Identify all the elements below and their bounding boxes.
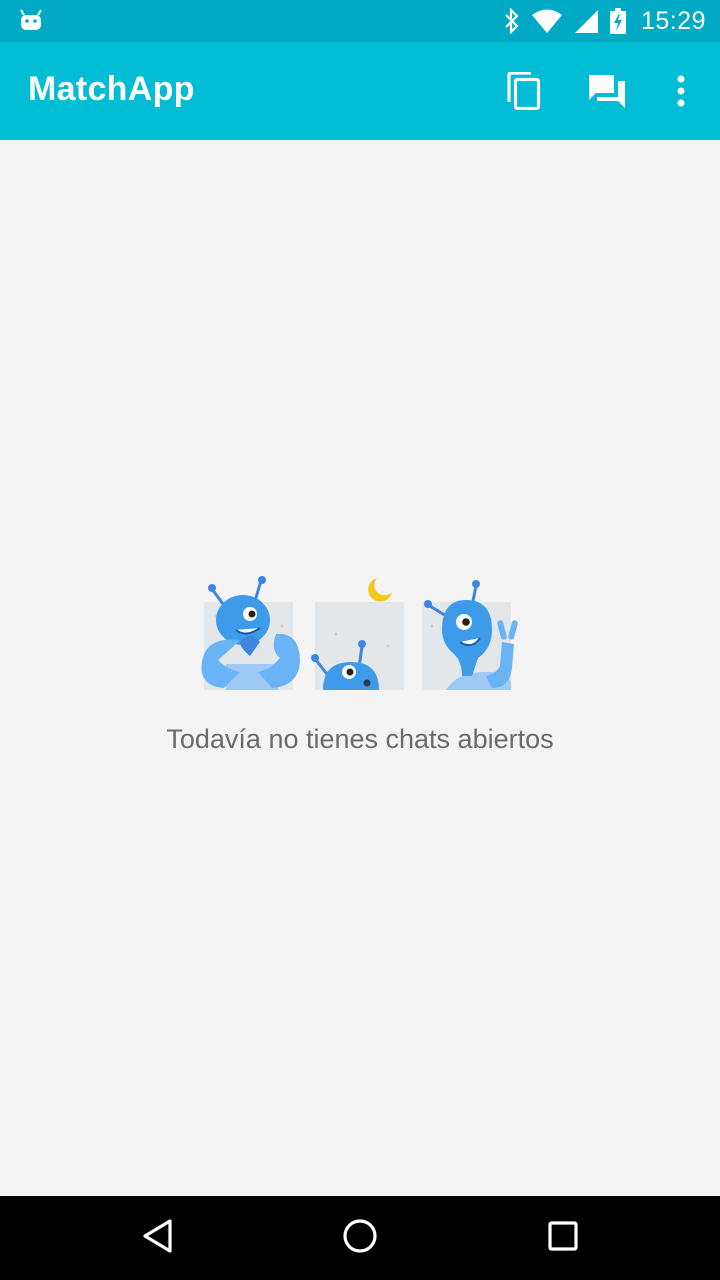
recents-icon (547, 1220, 579, 1257)
status-time: 15:29 (640, 6, 706, 35)
bluetooth-icon (503, 8, 521, 34)
more-vert-icon (676, 75, 686, 112)
app-bar: MatchApp (0, 42, 720, 140)
home-button[interactable] (336, 1214, 384, 1262)
copy-cards-icon (505, 70, 541, 115)
home-icon (342, 1218, 378, 1259)
back-icon (142, 1218, 174, 1259)
empty-chats-message: Todavía no tienes chats abiertos (166, 724, 554, 754)
copy-cards-button[interactable] (499, 69, 547, 117)
battery-charging-icon (609, 7, 627, 35)
three-alien-mascots-illustration (196, 576, 528, 696)
status-icons: 15:29 (503, 0, 706, 42)
chat-list-area: Todavía no tienes chats abiertos (0, 140, 720, 1196)
status-bar: 15:29 (0, 0, 720, 42)
recents-button[interactable] (539, 1214, 587, 1262)
cell-signal-icon (573, 8, 599, 34)
wifi-icon (531, 8, 563, 34)
back-button[interactable] (134, 1214, 182, 1262)
android-notification-icon (18, 8, 44, 32)
chat-bubbles-icon (587, 73, 627, 114)
overflow-menu-button[interactable] (657, 69, 705, 117)
app-title: MatchApp (28, 70, 195, 108)
chats-button[interactable] (583, 69, 631, 117)
navigation-bar (0, 1196, 720, 1280)
